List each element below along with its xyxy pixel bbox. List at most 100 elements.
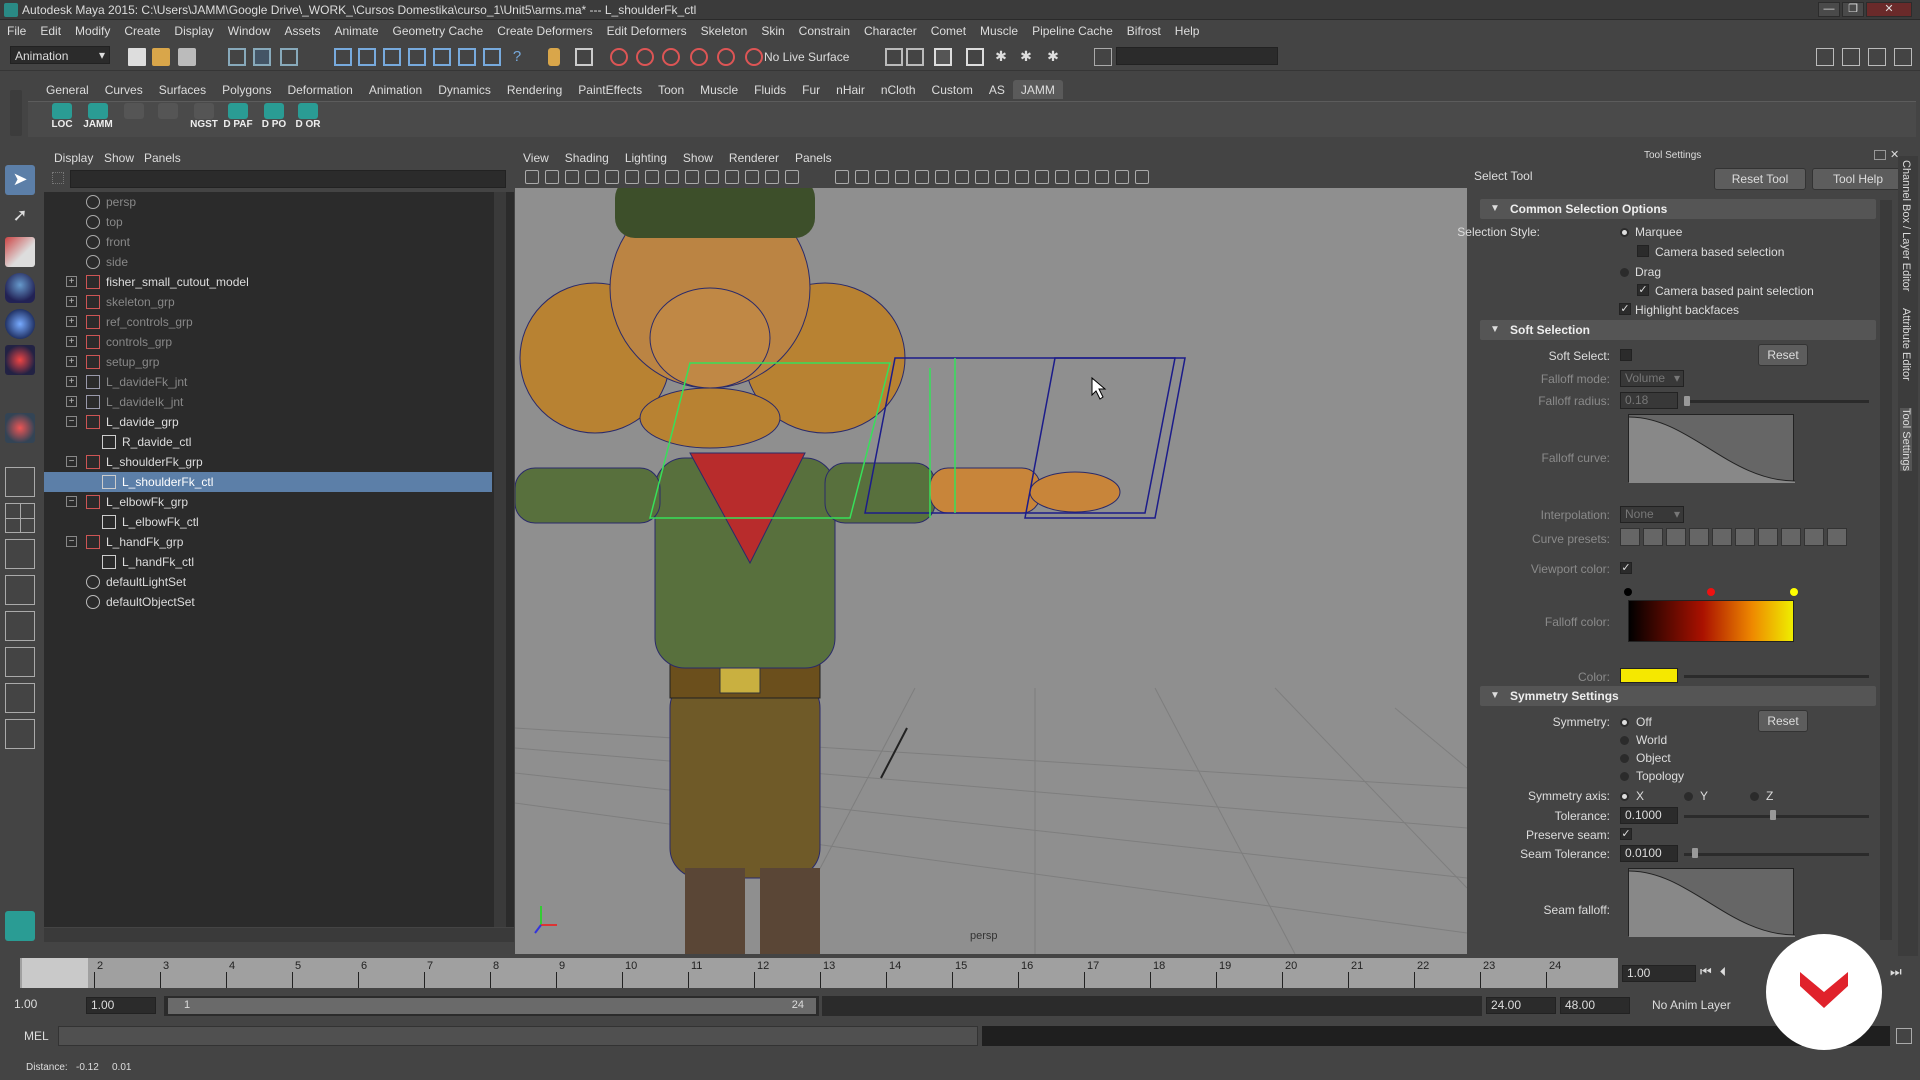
outliner-row[interactable]: + skeleton_grp: [44, 292, 492, 312]
seam-tolerance-slider-knob[interactable]: [1692, 848, 1698, 858]
outliner-row[interactable]: side: [44, 252, 492, 272]
four-view-layout-icon[interactable]: [5, 503, 35, 533]
hypershade-layout-icon[interactable]: [5, 611, 35, 641]
select-component-icon[interactable]: [280, 48, 298, 66]
close-button[interactable]: ✕: [1866, 2, 1912, 17]
rotate-tool-icon[interactable]: [5, 309, 35, 339]
minimize-button[interactable]: —: [1818, 2, 1840, 17]
construction-history-icon[interactable]: [934, 48, 952, 66]
soft-select-checkbox[interactable]: [1620, 349, 1632, 361]
select-rendering-icon[interactable]: [483, 48, 501, 66]
expand-icon[interactable]: +: [66, 296, 77, 307]
highlight-selection-icon[interactable]: [575, 48, 593, 66]
symmetry-object-radio[interactable]: [1620, 754, 1629, 763]
jamm-shelf-icon[interactable]: [5, 911, 35, 941]
maximize-button[interactable]: ❐: [1842, 2, 1864, 17]
drag-radio[interactable]: [1620, 268, 1629, 277]
new-scene-icon[interactable]: [128, 48, 146, 66]
shelf-button[interactable]: NGST: [188, 103, 220, 133]
outliner-row[interactable]: top: [44, 212, 492, 232]
tool-settings-toggle-icon[interactable]: [1868, 48, 1886, 66]
viewport-menu-item[interactable]: Lighting: [617, 148, 675, 165]
select-curves-icon[interactable]: [383, 48, 401, 66]
expand-icon[interactable]: +: [66, 336, 77, 347]
render-settings-icon[interactable]: ✱: [1044, 48, 1062, 66]
shelf-tab[interactable]: Fluids: [746, 80, 794, 99]
curve-preset-button[interactable]: [1804, 528, 1824, 546]
viewport-toolbar-icon[interactable]: [645, 170, 659, 184]
soft-reset-button[interactable]: Reset: [1758, 344, 1808, 366]
symmetry-world-radio[interactable]: [1620, 736, 1629, 745]
outliner-horizontal-scrollbar[interactable]: [44, 928, 514, 942]
shelf-tab[interactable]: nCloth: [873, 80, 924, 99]
outliner-row[interactable]: + ref_controls_grp: [44, 312, 492, 332]
persp-outliner-layout-icon[interactable]: [5, 539, 35, 569]
tab-channel-box[interactable]: Channel Box / Layer Editor: [1900, 160, 1912, 291]
falloff-radius-slider[interactable]: [1684, 400, 1869, 403]
collapse-icon[interactable]: −: [66, 536, 77, 547]
outliner-row[interactable]: persp: [44, 192, 492, 212]
seam-falloff-graph[interactable]: [1628, 868, 1796, 937]
menu-item[interactable]: Geometry Cache: [386, 21, 491, 38]
curve-preset-button[interactable]: [1666, 528, 1686, 546]
menu-item[interactable]: Display: [167, 21, 220, 38]
curve-preset-button[interactable]: [1735, 528, 1755, 546]
select-joints-icon[interactable]: [358, 48, 376, 66]
select-handles-icon[interactable]: [334, 48, 352, 66]
select-tool-icon[interactable]: ➤: [5, 165, 35, 195]
menu-item[interactable]: Modify: [68, 21, 117, 38]
axis-x-radio[interactable]: [1620, 792, 1629, 801]
shelf-tab[interactable]: Rendering: [499, 80, 570, 99]
viewport-toolbar-icon[interactable]: [745, 170, 759, 184]
viewport-menu-item[interactable]: View: [515, 148, 557, 165]
go-to-end-icon[interactable]: ⏭: [1890, 964, 1902, 980]
shelf-tab[interactable]: Animation: [361, 80, 430, 99]
scale-tool-icon[interactable]: [5, 345, 35, 375]
shelf-tab[interactable]: Muscle: [692, 80, 746, 99]
outliner-row[interactable]: + L_davideIk_jnt: [44, 392, 492, 412]
viewport-toolbar-icon[interactable]: [995, 170, 1009, 184]
go-to-start-icon[interactable]: ⏮: [1700, 964, 1720, 979]
tolerance-field[interactable]: 0.1000: [1620, 807, 1678, 824]
outliner-row[interactable]: + L_davideFk_jnt: [44, 372, 492, 392]
make-live-icon[interactable]: [717, 48, 735, 66]
viewport-toolbar-icon[interactable]: [785, 170, 799, 184]
menu-item[interactable]: Pipeline Cache: [1025, 21, 1120, 38]
camera-based-paint-selection-checkbox[interactable]: ✓: [1637, 284, 1649, 296]
menu-item[interactable]: File: [0, 21, 33, 38]
shelf-tab[interactable]: Curves: [97, 80, 151, 99]
curve-preset-button[interactable]: [1781, 528, 1801, 546]
outliner-row[interactable]: defaultObjectSet: [44, 592, 492, 612]
menu-item[interactable]: Create: [117, 21, 167, 38]
float-panel-icon[interactable]: [1874, 150, 1886, 160]
shelf-menu-handle[interactable]: [10, 90, 22, 136]
single-perspective-layout-icon[interactable]: [5, 467, 35, 497]
viewport-menu-item[interactable]: Show: [675, 148, 721, 165]
current-frame-marker[interactable]: [22, 958, 88, 988]
viewport-menu-item[interactable]: Renderer: [721, 148, 787, 165]
expand-icon[interactable]: +: [66, 356, 77, 367]
shelf-button[interactable]: D OR: [292, 103, 324, 133]
select-object-icon[interactable]: [253, 48, 271, 66]
ipr-render-icon[interactable]: ✱: [1017, 48, 1035, 66]
outliner-row[interactable]: R_davide_ctl: [44, 432, 492, 452]
viewport-toolbar-icon[interactable]: [685, 170, 699, 184]
collapse-icon[interactable]: −: [66, 496, 77, 507]
snap-curve-icon[interactable]: [636, 48, 654, 66]
falloff-color-ramp[interactable]: [1628, 600, 1794, 642]
menu-item[interactable]: Constrain: [792, 21, 857, 38]
viewport-toolbar-icon[interactable]: [955, 170, 969, 184]
shelf-tab[interactable]: Surfaces: [151, 80, 214, 99]
shelf-tab[interactable]: General: [38, 80, 97, 99]
modeling-toolkit-icon[interactable]: [1816, 48, 1834, 66]
menu-item[interactable]: Skin: [754, 21, 791, 38]
color-slider[interactable]: [1684, 675, 1869, 678]
viewport-toolbar-icon[interactable]: [705, 170, 719, 184]
axis-z-radio[interactable]: [1750, 792, 1759, 801]
outliner-vertical-scrollbar[interactable]: [494, 192, 506, 927]
shelf-button[interactable]: [152, 103, 184, 133]
collapse-icon[interactable]: −: [66, 456, 77, 467]
outliner-row[interactable]: L_handFk_ctl: [44, 552, 492, 572]
viewport-toolbar-icon[interactable]: [605, 170, 619, 184]
anim-layer-label[interactable]: No Anim Layer: [1652, 998, 1731, 1012]
